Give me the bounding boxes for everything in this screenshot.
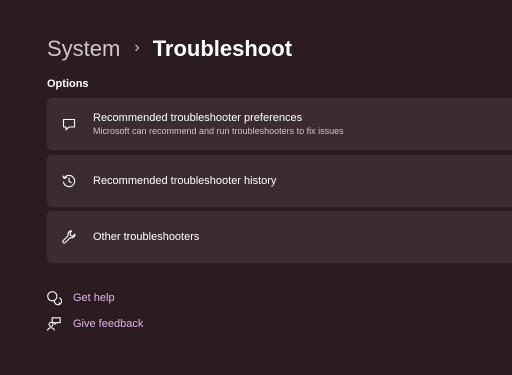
card-text: Other troubleshooters xyxy=(93,231,199,243)
recommended-history-card[interactable]: Recommended troubleshooter history xyxy=(47,155,512,207)
options-section-label: Options xyxy=(47,78,89,90)
wrench-icon xyxy=(60,228,78,246)
chat-bubble-icon xyxy=(60,115,78,133)
give-feedback-link[interactable]: Give feedback xyxy=(46,316,143,332)
card-subtitle: Microsoft can recommend and run troubles… xyxy=(93,126,344,136)
get-help-link[interactable]: Get help xyxy=(46,290,115,306)
card-title: Other troubleshooters xyxy=(93,231,200,243)
page-title: Troubleshoot xyxy=(152,36,293,61)
history-icon xyxy=(60,172,78,190)
breadcrumb-parent[interactable]: System xyxy=(47,36,120,62)
recommended-preferences-card[interactable]: Recommended troubleshooter preferences M… xyxy=(47,98,512,150)
breadcrumb-separator: › xyxy=(134,39,140,56)
card-title: Recommended troubleshooter preferences xyxy=(93,112,303,124)
card-text: Recommended troubleshooter preferences M… xyxy=(93,112,344,136)
get-help-icon xyxy=(46,290,62,306)
give-feedback-label[interactable]: Give feedback xyxy=(73,318,143,330)
card-text: Recommended troubleshooter history xyxy=(93,175,276,187)
breadcrumb: System › Troubleshoot xyxy=(47,34,292,64)
get-help-label[interactable]: Get help xyxy=(73,292,115,304)
other-troubleshooters-card[interactable]: Other troubleshooters xyxy=(47,211,512,263)
card-title: Recommended troubleshooter history xyxy=(93,175,277,187)
feedback-icon xyxy=(46,316,62,332)
